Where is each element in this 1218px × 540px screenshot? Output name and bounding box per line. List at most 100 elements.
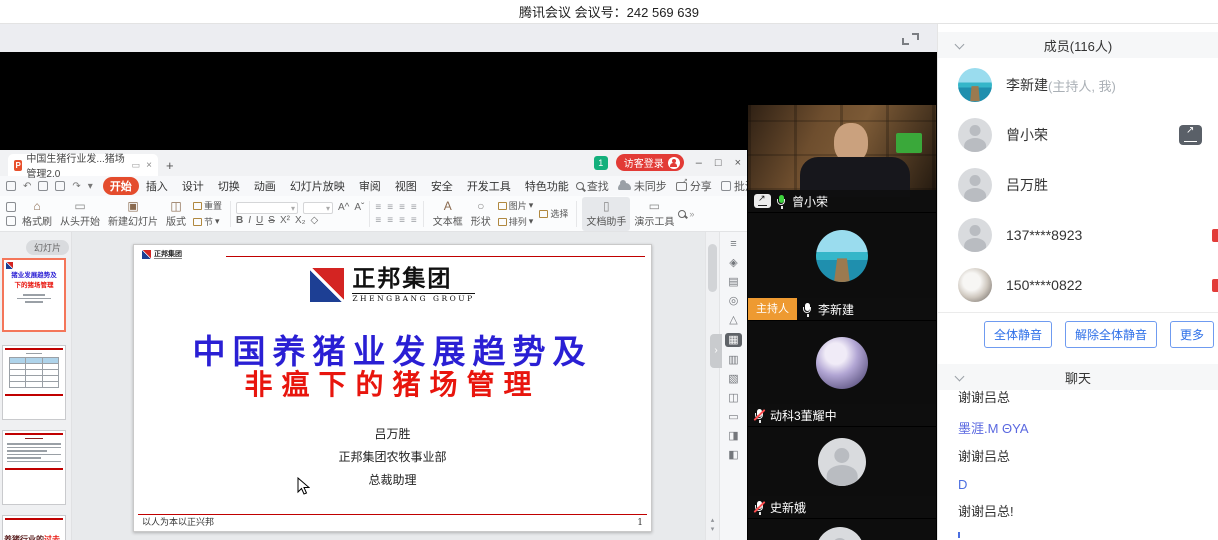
- video-tile-zengxiaorong[interactable]: 曾小荣: [748, 105, 936, 212]
- document-tab[interactable]: P 中国生猪行业发...猪场管理2.0 ▭ ×: [8, 154, 158, 176]
- menu-view[interactable]: 视图: [388, 177, 424, 195]
- doc-assistant-button[interactable]: ▯ 文档助手: [582, 197, 630, 231]
- next-slide-icon[interactable]: ▾: [706, 525, 719, 534]
- mic-muted-icon[interactable]: [754, 408, 765, 423]
- preview-icon[interactable]: [55, 181, 65, 191]
- mic-on-icon[interactable]: [776, 194, 787, 209]
- paste-button[interactable]: [4, 202, 18, 226]
- mic-icon[interactable]: [802, 302, 813, 317]
- font-decrease-button[interactable]: Aˇ: [354, 203, 364, 213]
- panel-style-icon[interactable]: ◈: [729, 257, 737, 269]
- member-row[interactable]: 曾小荣: [938, 110, 1218, 160]
- slide-thumbnail-1[interactable]: 猪业发展趋势及 下的猪场管理: [2, 258, 66, 332]
- video-tile-partial[interactable]: [748, 519, 936, 540]
- collaborator-count-badge[interactable]: 1: [594, 156, 608, 170]
- redo-icon[interactable]: ↷: [72, 181, 80, 192]
- reset-button[interactable]: 重置: [193, 199, 222, 212]
- play-from-start-button[interactable]: ▭ 从头开始: [56, 197, 104, 231]
- superscript-button[interactable]: X²: [280, 216, 290, 226]
- justify-icon[interactable]: ≡: [375, 215, 382, 226]
- member-row[interactable]: 137****8923: [938, 210, 1218, 260]
- fullscreen-icon[interactable]: [902, 33, 919, 45]
- arrange-button[interactable]: 排列 ▾: [498, 215, 534, 228]
- font-increase-button[interactable]: A^: [338, 203, 349, 213]
- align-left-icon[interactable]: ≡: [375, 202, 382, 213]
- quickbar-more-icon[interactable]: ▾: [88, 181, 93, 192]
- video-tile-lixinjian[interactable]: 主持人 李新建: [748, 213, 936, 320]
- window-maximize-icon[interactable]: □: [715, 157, 722, 169]
- find-button[interactable]: 查找: [576, 178, 609, 194]
- slide-thumbnail-2[interactable]: [2, 345, 66, 420]
- textbox-button[interactable]: A 文本框: [429, 197, 467, 231]
- subscript-button[interactable]: X₂: [295, 216, 306, 226]
- video-tile-dongyaozhong[interactable]: 动科3董耀中: [748, 321, 936, 426]
- panel-media-icon[interactable]: ◧: [728, 449, 738, 461]
- scrollbar-thumb[interactable]: [708, 244, 717, 292]
- panel-layout-icon[interactable]: ▤: [728, 276, 738, 288]
- undo-icon[interactable]: ↶: [23, 181, 31, 192]
- menu-devtools[interactable]: 开发工具: [460, 177, 518, 195]
- slide-thumbnail-4[interactable]: 养猪行业的过去: [2, 515, 66, 540]
- present-tools-button[interactable]: ▭ 演示工具: [630, 197, 678, 231]
- panel-export-icon[interactable]: ◨: [728, 430, 738, 442]
- panel-settings-icon[interactable]: ◫: [728, 392, 738, 404]
- tab-pin-icon[interactable]: ▭: [132, 160, 141, 171]
- menu-slideshow[interactable]: 幻灯片放映: [283, 177, 352, 195]
- video-tile-shixine[interactable]: 史新娥: [748, 427, 936, 518]
- layout-button[interactable]: ◫ 版式: [162, 197, 190, 231]
- picture-button[interactable]: 图片 ▾: [498, 199, 534, 212]
- menu-security[interactable]: 安全: [424, 177, 460, 195]
- section-button[interactable]: 节 ▾: [193, 215, 222, 228]
- share-button[interactable]: 分享: [676, 178, 712, 194]
- new-tab-button[interactable]: +: [166, 158, 174, 173]
- mic-muted-icon[interactable]: [754, 500, 765, 515]
- menu-animation[interactable]: 动画: [247, 177, 283, 195]
- previous-slide-icon[interactable]: ▴: [706, 516, 719, 525]
- bold-button[interactable]: B: [236, 216, 243, 226]
- panel-image-icon[interactable]: ▭: [728, 411, 738, 423]
- panel-animation-icon[interactable]: △: [729, 314, 737, 326]
- ribbon-search-icon[interactable]: [678, 210, 686, 218]
- member-row[interactable]: 150****0822: [938, 260, 1218, 310]
- window-minimize-icon[interactable]: –: [696, 157, 702, 169]
- shapes-button[interactable]: ○ 形状: [467, 197, 495, 231]
- slide-canvas[interactable]: 正邦集团 正邦集团 ZHENGBANG GROUP 中国养猪业发展趋势及 非瘟下…: [72, 232, 705, 540]
- unmute-all-button[interactable]: 解除全体静音: [1065, 321, 1157, 348]
- save-icon[interactable]: [6, 181, 16, 191]
- new-slide-button[interactable]: ▣ 新建幻灯片: [104, 197, 162, 231]
- select-button[interactable]: 选择: [539, 207, 568, 220]
- numbering-icon[interactable]: ≡: [399, 215, 406, 226]
- window-close-icon[interactable]: ×: [735, 157, 741, 169]
- taskpane-collapse-handle[interactable]: ›: [710, 334, 722, 368]
- panel-menu-icon[interactable]: ≡: [730, 238, 736, 250]
- print-icon[interactable]: [38, 181, 48, 191]
- panel-color-icon[interactable]: ◎: [729, 295, 739, 307]
- current-slide[interactable]: 正邦集团 正邦集团 ZHENGBANG GROUP 中国养猪业发展趋势及 非瘟下…: [133, 244, 652, 532]
- cloud-sync-button[interactable]: 未同步: [618, 178, 667, 194]
- strikethrough-button[interactable]: S: [268, 216, 275, 226]
- slides-panel-tab[interactable]: 幻灯片: [26, 240, 69, 255]
- menu-features[interactable]: 特色功能: [518, 177, 576, 195]
- comment-button[interactable]: 批注: [721, 178, 747, 194]
- canvas-scrollbar[interactable]: ▴ ▾: [705, 232, 719, 540]
- panel-chart-icon[interactable]: ▧: [728, 373, 738, 385]
- slide-thumbnail-3[interactable]: [2, 430, 66, 505]
- member-row[interactable]: 吕万胜: [938, 160, 1218, 210]
- guest-login-button[interactable]: 访客登录: [616, 154, 684, 171]
- font-name-select[interactable]: ▾: [236, 202, 298, 214]
- tab-close-icon[interactable]: ×: [146, 160, 152, 171]
- menu-transition[interactable]: 切换: [211, 177, 247, 195]
- chat-message-list[interactable]: 谢谢吕总 墨涯.M ΘYA 谢谢吕总 D 谢谢吕总!: [938, 390, 1218, 538]
- panel-grid-icon[interactable]: ▥: [728, 354, 738, 366]
- more-button[interactable]: 更多: [1170, 321, 1214, 348]
- highlight-color-button[interactable]: ◇: [311, 216, 319, 226]
- member-row[interactable]: 李新建 (主持人, 我): [938, 60, 1218, 110]
- ribbon-overflow-icon[interactable]: »: [689, 209, 694, 219]
- line-spacing-icon[interactable]: ≡: [411, 202, 418, 213]
- menu-insert[interactable]: 插入: [139, 177, 175, 195]
- menu-review[interactable]: 审阅: [352, 177, 388, 195]
- bullets-icon[interactable]: ≡: [387, 215, 394, 226]
- menu-design[interactable]: 设计: [175, 177, 211, 195]
- format-painter-button[interactable]: ⌂ 格式刷: [18, 197, 56, 231]
- member-sharing-icon[interactable]: [1179, 125, 1202, 145]
